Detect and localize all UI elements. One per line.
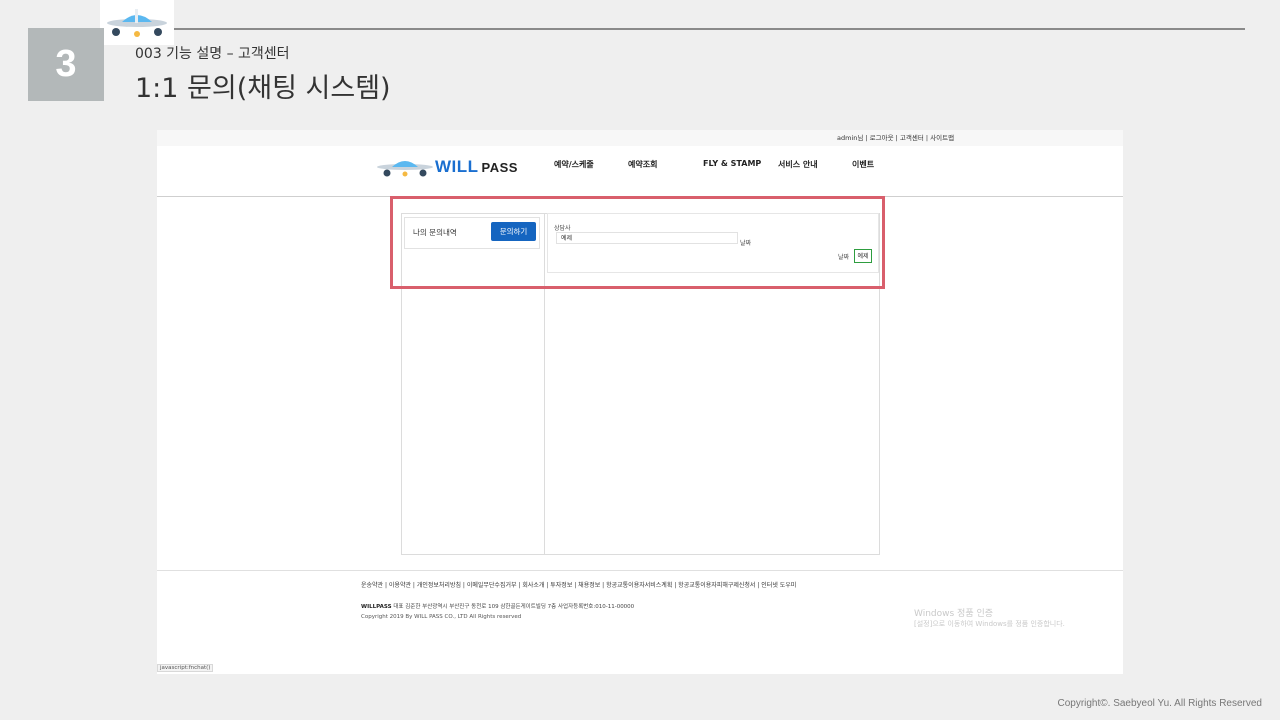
brand-logo[interactable]: WILL PASS	[375, 152, 525, 180]
nav-event[interactable]: 이벤트	[852, 159, 874, 170]
airplane-icon	[377, 161, 433, 177]
footer-divider	[157, 570, 1123, 571]
utility-links[interactable]: admin님 | 로그아웃 | 고객센터 | 사이트맵	[837, 132, 954, 142]
slide-subtitle: 003 기능 설명 – 고객센터	[135, 46, 290, 62]
footer-links[interactable]: 운송약관 | 이용약관 | 개인정보처리방침 | 이메일무단수집거부 | 회사소…	[361, 580, 796, 589]
slide-title: 1:1 문의(채팅 시스템)	[135, 73, 391, 104]
browser-status-bar: javascript:fnchat()	[157, 664, 214, 672]
nav-booking-lookup[interactable]: 예약조회	[628, 159, 657, 170]
top-divider	[174, 28, 1245, 30]
footer-company-details: 대표 김준한 부산광역시 부산진구 동천로 109 삼한골든게이트빌딩 7층 사…	[393, 604, 635, 610]
airplane-logo	[100, 0, 174, 45]
brand-pass: PASS	[481, 160, 518, 175]
windows-activation-note: [설정]으로 이동하여 Windows를 정품 인증합니다.	[914, 620, 1065, 628]
nav-fly-stamp[interactable]: FLY & STAMP	[703, 159, 761, 168]
nav-service-guide[interactable]: 서비스 안내	[778, 159, 818, 170]
nav-reservation[interactable]: 예약/스케줄	[554, 159, 594, 170]
windows-activation-title: Windows 정품 인증	[914, 609, 994, 619]
highlight-frame	[390, 196, 885, 289]
website-screenshot: admin님 | 로그아웃 | 고객센터 | 사이트맵 WILL PASS 예약/…	[157, 130, 1123, 674]
slide-number: 3	[28, 28, 104, 101]
utility-bar: admin님 | 로그아웃 | 고객센터 | 사이트맵	[157, 130, 1123, 146]
footer-company-info: WILLPASS 대표 김준한 부산광역시 부산진구 동천로 109 삼한골든게…	[361, 602, 634, 610]
brand-wordmark: WILL PASS	[435, 157, 518, 177]
slide-copyright: Copyright©. Saebyeol Yu. All Rights Rese…	[1057, 698, 1262, 709]
brand-will: WILL	[435, 157, 479, 176]
footer-copyright: Copyright 2019 By WILL PASS CO., LTD All…	[361, 614, 522, 620]
footer-company-name: WILLPASS	[361, 604, 392, 610]
